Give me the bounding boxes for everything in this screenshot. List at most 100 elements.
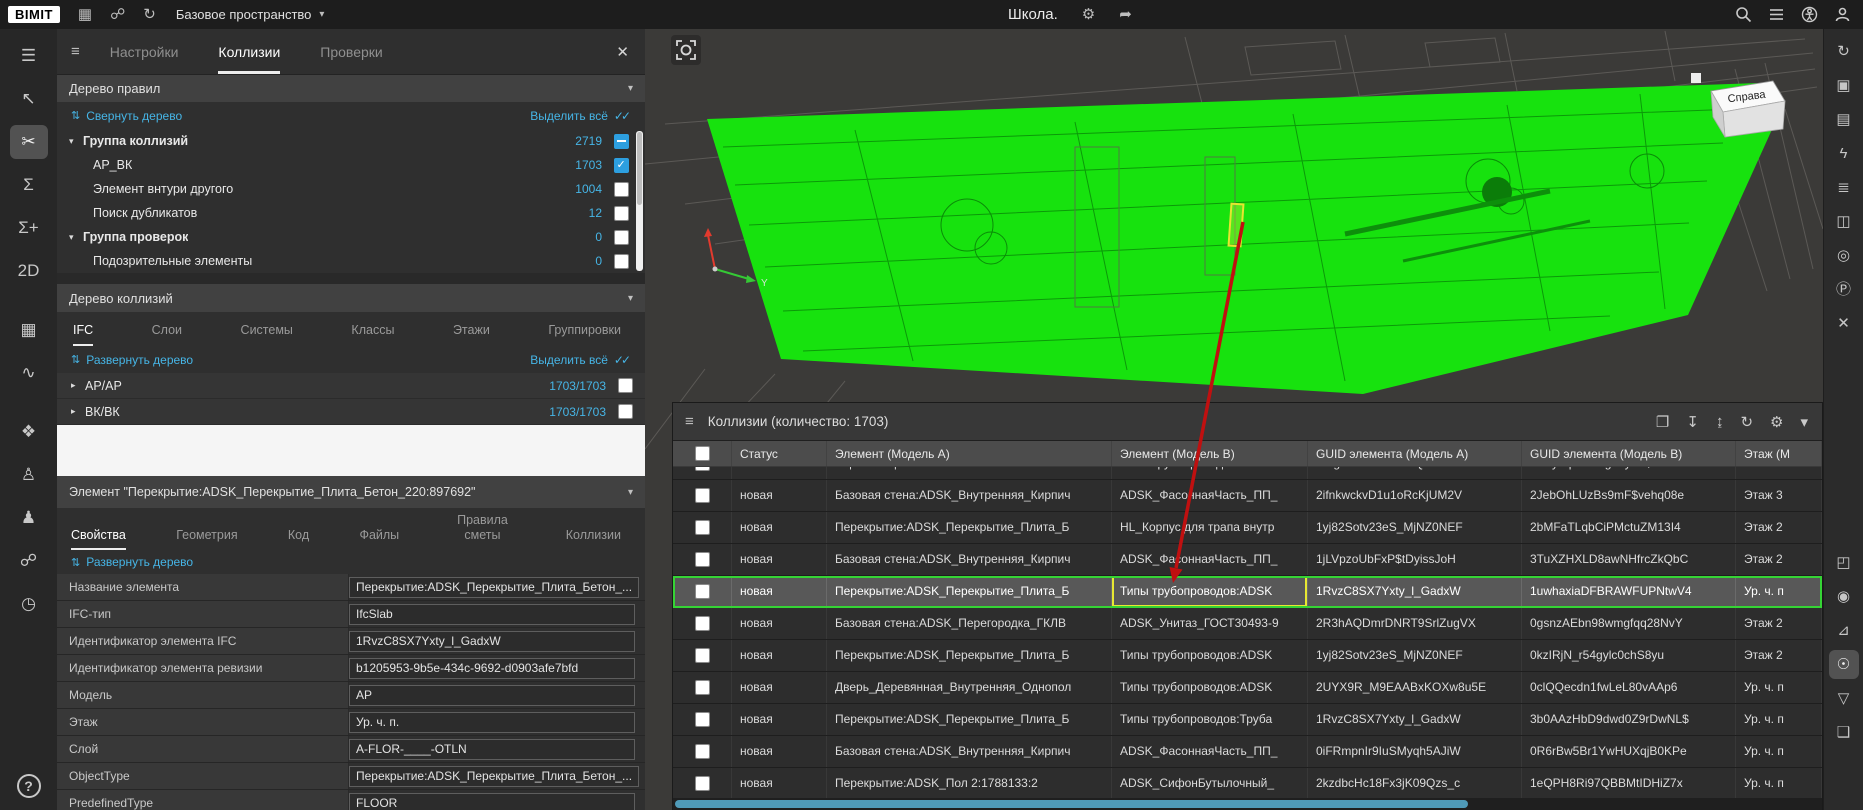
row-checkbox[interactable] (695, 584, 710, 599)
table-settings-icon[interactable]: ⚙ (1770, 413, 1783, 431)
left-panel-tab-0[interactable]: Настройки (110, 29, 179, 74)
collision-tree-tab-1[interactable]: Слои (152, 323, 182, 346)
row-checkbox[interactable] (695, 467, 710, 471)
view-modes-icon[interactable]: ◰ (1829, 548, 1859, 577)
selected-element-marker[interactable] (1229, 204, 1244, 247)
column-header-3[interactable]: GUID элемента (Модель A) (1308, 441, 1522, 466)
collapse-panel-icon[interactable]: ▾ (1800, 413, 1808, 431)
collision-row[interactable]: новаяПерекрытие:ADSK_Перекрытие_Плита_БТ… (673, 704, 1822, 736)
tree-row[interactable]: ▸ВК/ВК1703/1703 (57, 399, 645, 425)
share-icon[interactable]: ➦ (1119, 0, 1132, 29)
column-header-0[interactable]: Статус (732, 441, 827, 466)
left-panel-tab-2[interactable]: Проверки (320, 29, 382, 74)
tree-row[interactable]: АР_ВК1703 (57, 153, 641, 177)
user-icon[interactable] (1834, 6, 1851, 23)
panel-menu-icon[interactable]: ≡ (71, 43, 80, 60)
collision-row[interactable]: новаяБазовая стена:ADSK_Внутренняя_Кирпи… (673, 480, 1822, 512)
tree-row[interactable]: ▸АР/АР1703/1703 (57, 373, 645, 399)
column-header-5[interactable]: Этаж (М (1736, 441, 1822, 466)
summary-add-icon[interactable]: Σ+ (10, 211, 48, 245)
row-checkbox[interactable] (695, 648, 710, 663)
tree-row-checkbox[interactable] (618, 404, 633, 419)
tree-row-checkbox[interactable] (614, 206, 629, 221)
collisions-menu-icon[interactable]: ≡ (685, 413, 694, 430)
element-tab-4[interactable]: Правила сметы (449, 513, 515, 550)
column-header-4[interactable]: GUID элемента (Модель B) (1522, 441, 1736, 466)
element-section-header[interactable]: Элемент "Перекрытие:ADSK_Перекрытие_Плит… (57, 476, 645, 508)
select-all-rules-link[interactable]: Выделить всё ✓✓ (530, 109, 631, 123)
chevron-down-icon[interactable]: ▾ (628, 293, 633, 304)
caret-down-icon[interactable]: ▾ (69, 232, 83, 243)
view-2d-icon[interactable]: 2D (10, 254, 48, 288)
collision-row[interactable]: новаяОценка:Оценка2948968Типы трубопрово… (673, 467, 1822, 480)
tree-row-checkbox[interactable] (614, 254, 629, 269)
tree-row-checkbox[interactable] (618, 378, 633, 393)
summary-icon[interactable]: Σ (10, 168, 48, 202)
notes-icon[interactable]: ▤ (1829, 105, 1859, 134)
collapse-tree-link[interactable]: ⇅ Свернуть дерево (71, 109, 182, 123)
row-checkbox[interactable] (695, 680, 710, 695)
select-area-icon[interactable]: ▣ (1829, 71, 1859, 100)
property-value-box[interactable]: Перекрытие:ADSK_Перекрытие_Плита_Бетон_.… (349, 577, 639, 598)
row-checkbox[interactable] (695, 776, 710, 791)
row-checkbox[interactable] (695, 488, 710, 503)
hierarchy-icon[interactable]: ▦ (10, 313, 48, 347)
charts-icon[interactable]: ∿ (10, 356, 48, 390)
row-checkbox[interactable] (695, 712, 710, 727)
element-tab-0[interactable]: Свойства (71, 528, 126, 550)
left-panel-tab-1[interactable]: Коллизии (218, 29, 280, 74)
element-tab-1[interactable]: Геометрия (176, 528, 237, 550)
dashboard-icon[interactable]: ◷ (10, 587, 48, 621)
caret-down-icon[interactable]: ▾ (69, 136, 83, 147)
tree-row[interactable]: Поиск дубликатов12 (57, 201, 641, 225)
sync-icon[interactable]: ↻ (143, 0, 156, 29)
element-tab-2[interactable]: Код (288, 528, 309, 550)
collision-tree-tab-0[interactable]: IFC (73, 323, 93, 346)
hide-element-icon[interactable]: ◉ (1829, 582, 1859, 611)
collision-row[interactable]: новаяБазовая стена:ADSK_Внутренняя_Кирпи… (673, 544, 1822, 576)
model-box-icon[interactable]: ❑ (1829, 718, 1859, 747)
user-roles-icon[interactable]: ♟ (10, 501, 48, 535)
tree-row-checkbox[interactable] (614, 182, 629, 197)
bimit-logo[interactable]: BIMIT (8, 6, 60, 23)
collision-tree-tab-5[interactable]: Группировки (548, 323, 621, 346)
collision-row[interactable]: новаяПерекрытие:ADSK_Перекрытие_Плита_БТ… (673, 576, 1822, 608)
search-icon[interactable] (1735, 6, 1752, 23)
expand-properties-link[interactable]: ⇅ Развернуть дерево (71, 555, 193, 569)
collision-row[interactable]: новаяПерекрытие:ADSK_Перекрытие_Плита_БТ… (673, 640, 1822, 672)
schedule-icon[interactable]: ▦ (78, 0, 92, 29)
visibility-icon[interactable]: ☉ (1829, 650, 1859, 679)
model-tree-icon[interactable]: ☰ (10, 39, 48, 73)
section-box-icon[interactable]: ◫ (1829, 207, 1859, 236)
element-tab-3[interactable]: Файлы (359, 528, 399, 550)
plugins-icon[interactable]: ❖ (10, 415, 48, 449)
collision-tree-header[interactable]: Дерево коллизий ▾ (57, 284, 645, 312)
collision-tree-tab-3[interactable]: Классы (351, 323, 394, 346)
rules-tree-header[interactable]: Дерево правил ▾ (57, 75, 645, 102)
horizontal-scrollbar[interactable] (673, 798, 1822, 810)
plans-icon[interactable]: Ⓟ (1829, 275, 1859, 304)
accessibility-icon[interactable] (1801, 6, 1818, 23)
tree-row-checkbox[interactable] (614, 230, 629, 245)
collision-row[interactable]: новаяПерекрытие:ADSK_Перекрытие_Плита_БH… (673, 512, 1822, 544)
property-value-box[interactable]: 1RvzC8SX7Yxty_l_GadxW (349, 631, 635, 652)
scrollbar-thumb[interactable] (637, 132, 642, 205)
chevron-down-icon[interactable]: ▾ (628, 83, 633, 94)
collision-tree-tab-4[interactable]: Этажи (453, 323, 490, 346)
collision-row[interactable]: новаяБазовая стена:ADSK_Внутренняя_Кирпи… (673, 736, 1822, 768)
fit-rows-icon[interactable]: ↨ (1716, 413, 1724, 431)
list-icon[interactable] (1768, 6, 1785, 23)
settings-gear-icon[interactable]: ⚙ (1082, 0, 1095, 29)
export-down-icon[interactable]: ↧ (1686, 413, 1699, 431)
column-header-2[interactable]: Элемент (Модель B) (1112, 441, 1308, 466)
row-checkbox[interactable] (695, 552, 710, 567)
close-icon[interactable]: ✕ (616, 43, 629, 61)
collision-tree-tab-2[interactable]: Системы (241, 323, 293, 346)
focus-target-icon[interactable]: ◎ (1829, 241, 1859, 270)
orbit-icon[interactable]: ↻ (1829, 37, 1859, 66)
rules-tree-scrollbar[interactable] (636, 131, 643, 271)
row-checkbox[interactable] (695, 520, 710, 535)
copy-table-icon[interactable]: ❐ (1656, 413, 1669, 431)
row-checkbox[interactable] (695, 744, 710, 759)
column-header-1[interactable]: Элемент (Модель A) (827, 441, 1112, 466)
